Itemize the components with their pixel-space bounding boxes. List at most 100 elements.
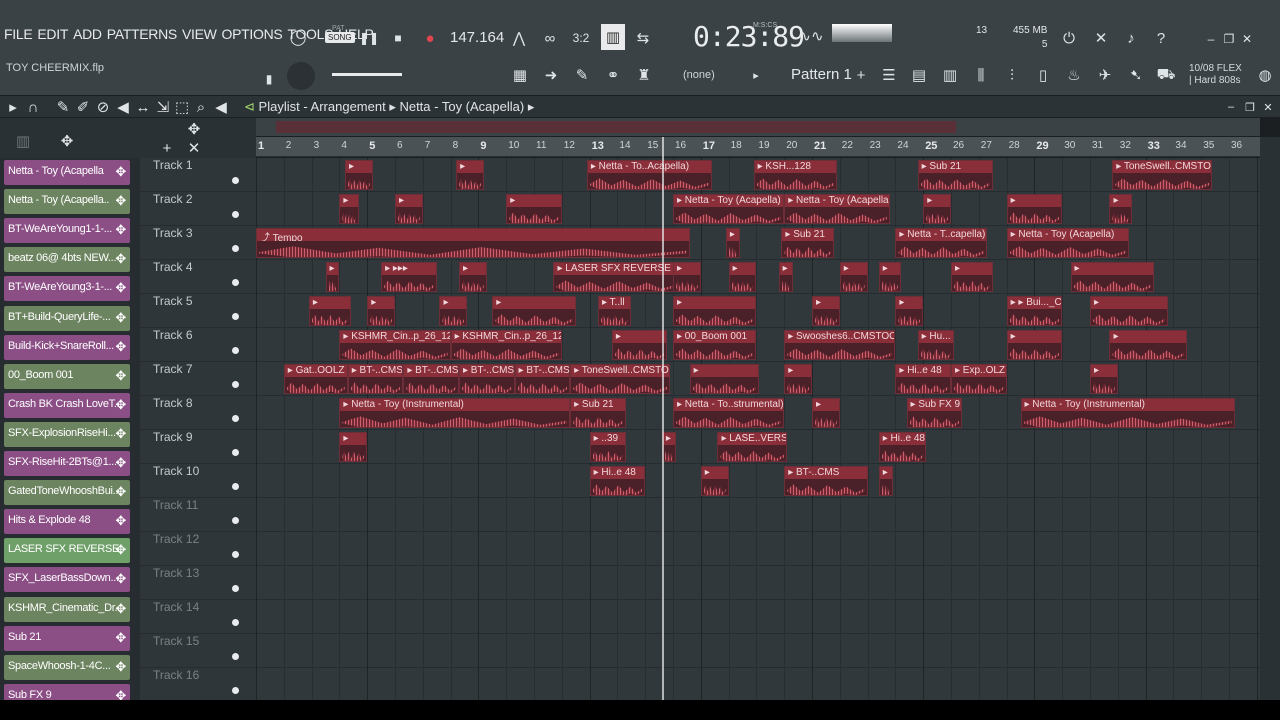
audio-clip[interactable]: ▸ 00_Boom 001 (673, 330, 757, 360)
file-icon[interactable]: ▯ (1032, 64, 1054, 86)
channel-item[interactable]: Netta - Toy (Acapella.. ✥ (4, 189, 130, 215)
audio-clip[interactable]: ▸ (339, 432, 368, 462)
drag-icon[interactable]: ✥ (115, 251, 126, 267)
horizontal-scrollbar[interactable] (256, 118, 1260, 136)
track-header[interactable]: Track 10 (140, 464, 256, 498)
channel-item[interactable]: Hits & Explode 48 ✥ (4, 509, 130, 535)
scrollbar-overview[interactable] (276, 121, 956, 133)
ruler-mark[interactable]: 30 (1064, 140, 1075, 151)
track-mute-dot[interactable] (232, 313, 239, 320)
drag-icon[interactable]: ✥ (115, 601, 126, 617)
song-mode-button[interactable]: SONG (325, 32, 355, 43)
track-mute-dot[interactable] (232, 177, 239, 184)
audio-clip[interactable]: ▸ (778, 262, 793, 292)
add-pattern-icon[interactable]: + (850, 64, 872, 86)
delete-tool-icon[interactable]: ⊘ (92, 96, 114, 118)
audio-clip[interactable]: ▸ (456, 160, 484, 190)
channel-rack-icon[interactable]: ▥ (939, 64, 961, 86)
channel-item[interactable]: SpaceWhoosh-1-4C... ✥ (4, 654, 130, 680)
track-mute-dot[interactable] (232, 483, 239, 490)
drag-icon[interactable]: ✥ (115, 339, 126, 355)
drag-icon[interactable]: ✥ (115, 397, 126, 413)
master-pitch-slider[interactable] (332, 73, 402, 76)
snap-selector[interactable]: (none) (683, 69, 715, 81)
blend-notes-icon[interactable]: ⇆ (632, 27, 654, 49)
audio-clip[interactable]: ▸ T..ll (597, 296, 632, 326)
ruler-mark[interactable]: 10 (508, 140, 519, 151)
ruler-mark[interactable]: 17 (703, 140, 715, 152)
pattern-picker-icon[interactable]: ✥ (56, 130, 78, 152)
audio-clip[interactable]: ▸ LASER SFX REVERSE (553, 262, 679, 292)
slip-tool-icon[interactable]: ↔ (132, 96, 154, 118)
pencil-icon[interactable]: ✎ (571, 64, 593, 86)
ruler-mark[interactable]: 18 (731, 140, 742, 151)
track-mute-dot[interactable] (232, 347, 239, 354)
globe-icon[interactable]: ◍ (1254, 64, 1276, 86)
mixer-icon[interactable]: ⫼ (970, 64, 992, 86)
tag-icon[interactable]: ✈ (1094, 64, 1116, 86)
track-header[interactable]: Track 6 (140, 328, 256, 362)
ruler-mark[interactable]: 11 (536, 140, 546, 151)
audio-clip[interactable]: ▸ Netta - Toy (Instrumental) (1020, 398, 1235, 428)
pat-mode-label[interactable]: PAT (332, 25, 345, 32)
track-lane[interactable] (256, 498, 1260, 532)
audio-clip[interactable]: ▸ (1109, 330, 1188, 360)
plugin-icon[interactable]: ♨ (1063, 64, 1085, 86)
ruler-mark[interactable]: 3 (314, 140, 320, 151)
audio-clip[interactable]: ▸ Sub FX 9 (906, 398, 963, 428)
track-header[interactable]: Track 3 (140, 226, 256, 260)
drag-icon[interactable]: ✥ (115, 484, 126, 500)
track-header[interactable]: Track 4 (140, 260, 256, 294)
audio-clip[interactable]: ▸ BT-..CMS (403, 364, 459, 394)
cart-icon[interactable]: ⛟ (1155, 64, 1177, 86)
track-lane[interactable] (256, 668, 1260, 700)
track-mute-dot[interactable] (232, 585, 239, 592)
drag-icon[interactable]: ✥ (115, 513, 126, 529)
ruler-mark[interactable]: 16 (675, 140, 686, 151)
ruler-mark[interactable]: 1 (258, 140, 264, 152)
audio-clip[interactable]: ▸ ▸ Bui..._CMS (1006, 296, 1063, 326)
track-header[interactable]: Track 16 (140, 668, 256, 702)
drag-icon[interactable]: ✥ (115, 542, 126, 558)
step-edit-icon[interactable]: 3:2 (570, 27, 592, 49)
drag-icon[interactable]: ✥ (115, 193, 126, 209)
audio-clip[interactable]: ▸ (923, 194, 951, 224)
channel-item[interactable]: Sub 21 ✥ (4, 625, 130, 651)
track-header[interactable]: Track 14 (140, 600, 256, 634)
audio-clip[interactable]: ▸ Sub 21 (917, 160, 993, 190)
track-mute-dot[interactable] (232, 415, 239, 422)
audio-clip[interactable]: ▸ KSH...128 (753, 160, 837, 190)
track-header[interactable]: Track 8 (140, 396, 256, 430)
remove-track-icon[interactable]: ✕ (183, 137, 205, 159)
audio-clip[interactable]: ▸ KSHMR_Cin..p_26_128 (450, 330, 562, 360)
track-header[interactable]: Track 2 (140, 192, 256, 226)
tempo-display[interactable]: 147.164 (450, 29, 504, 46)
track-header[interactable]: Track 5 (140, 294, 256, 328)
channel-item[interactable]: LASER SFX REVERSE ✥ (4, 538, 130, 564)
ruler-mark[interactable]: 5 (369, 140, 375, 152)
audio-clip[interactable]: ▸ Swooshes6..CMSTOOLZ (784, 330, 896, 360)
audio-clip[interactable]: ▸ (611, 330, 668, 360)
track-lane[interactable] (256, 464, 1260, 498)
channel-item[interactable]: KSHMR_Cinematic_Dr... ✥ (4, 596, 130, 622)
audio-clip[interactable]: ▸ BT-..CMS (347, 364, 404, 394)
mute-tool-icon[interactable]: ◀ (112, 96, 134, 118)
ruler-mark[interactable]: 21 (814, 140, 826, 152)
draw-tool-icon[interactable]: ✎ (52, 96, 74, 118)
audio-clip[interactable]: ▸ (1090, 364, 1118, 394)
audio-clip[interactable]: ▸ (689, 364, 760, 394)
track-mute-dot[interactable] (232, 279, 239, 286)
master-volume-knob[interactable] (287, 62, 315, 90)
audio-clip[interactable]: ▸ BT-..CMS (458, 364, 515, 394)
ruler-mark[interactable]: 25 (925, 140, 937, 152)
ruler-mark[interactable]: 27 (981, 140, 992, 151)
play-triangle-icon[interactable]: ▸ (745, 64, 767, 86)
audio-clip[interactable]: ▸ (492, 296, 576, 326)
ruler-mark[interactable]: 26 (953, 140, 964, 151)
menu-options[interactable]: OPTIONS (222, 26, 283, 42)
audio-clip[interactable]: ⤴ Tempo (256, 228, 690, 258)
track-mute-dot[interactable] (232, 551, 239, 558)
audio-clip[interactable]: ▸ (673, 262, 701, 292)
ruler-mark[interactable]: 32 (1120, 140, 1131, 151)
channel-item[interactable]: BT-WeAreYoung1-1-... ✥ (4, 218, 130, 244)
